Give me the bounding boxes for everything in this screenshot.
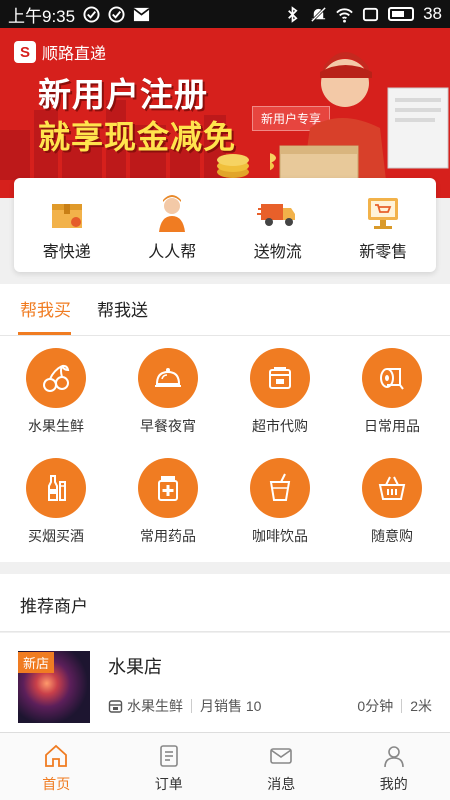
tab-buy-for-me[interactable]: 帮我买: [20, 296, 71, 321]
banner-slogan-line2: 就享现金减免: [38, 119, 237, 155]
merchant-delivery-info: 0分钟 2米: [357, 696, 432, 716]
order-list-icon: [159, 745, 178, 767]
bottle-icon: [48, 475, 66, 501]
promo-banner[interactable]: S 顺路直递 新用户注册 就享现金减免 新用户专享: [0, 28, 450, 198]
nav-messages[interactable]: 消息: [225, 733, 338, 800]
merchant-card[interactable]: 新店 水果店 水果生鲜 月销售 10 0分钟 2米: [0, 633, 450, 733]
service-label: 寄快递: [42, 244, 91, 261]
cherry-icon: [43, 364, 70, 392]
coins-decor: [217, 154, 249, 178]
merchant-name: 水果店: [108, 657, 162, 677]
category-label: 水果生鲜: [28, 418, 84, 434]
category-supermarket[interactable]: 超市代购: [224, 348, 336, 436]
nav-home[interactable]: 首页: [0, 733, 113, 800]
active-tab-indicator: [18, 332, 71, 335]
food-dome-icon: [155, 368, 181, 387]
square-icon: [363, 7, 379, 21]
divider: [401, 699, 403, 713]
home-icon: [45, 744, 68, 767]
logo-mark-icon: S: [14, 41, 36, 63]
category-breakfast[interactable]: 早餐夜宵: [112, 348, 224, 436]
category-tobacco-alcohol[interactable]: 买烟买酒: [0, 458, 112, 546]
check-circle-icon: [83, 5, 100, 23]
mail-icon: [133, 7, 150, 21]
store-icon: [269, 367, 291, 389]
merchant-monthly-sales: 月销售 10: [200, 698, 262, 714]
courier-illustration: [270, 52, 449, 198]
service-label: 人人帮: [148, 244, 197, 261]
brand-logo: S 顺路直递: [14, 40, 106, 64]
service-label: 送物流: [253, 244, 302, 261]
tissue-roll-icon: [380, 368, 404, 390]
courier-icon: [159, 195, 186, 232]
status-bar: 上午9:35 38: [0, 0, 450, 28]
category-label: 日常用品: [364, 418, 420, 434]
merchant-meta: 水果生鲜 月销售 10: [108, 696, 261, 716]
category-grid: 水果生鲜 早餐夜宵 超市代购 日常用品 买烟买酒 常用药品 咖啡饮品 随意购: [0, 336, 450, 562]
category-fruit[interactable]: 水果生鲜: [0, 348, 112, 436]
category-coffee-drinks[interactable]: 咖啡饮品: [224, 458, 336, 546]
service-logistics[interactable]: 送物流: [225, 178, 331, 272]
package-icon: [51, 204, 82, 228]
drink-cup-icon: [269, 473, 291, 501]
status-time: 上午9:35: [8, 6, 76, 26]
service-everyone-help[interactable]: 人人帮: [120, 178, 226, 272]
nav-orders[interactable]: 订单: [113, 733, 226, 800]
battery-level: 38: [423, 4, 442, 23]
category-label: 咖啡饮品: [252, 528, 308, 544]
nav-label: 消息: [267, 776, 296, 792]
nav-label: 首页: [42, 776, 71, 792]
shop-category-icon: [108, 699, 123, 713]
category-label: 超市代购: [252, 418, 308, 434]
service-label: 新零售: [359, 244, 408, 261]
service-send-express[interactable]: 寄快递: [14, 178, 120, 272]
truck-icon: [256, 204, 295, 226]
recommend-header: 推荐商户: [0, 574, 450, 632]
category-label: 早餐夜宵: [140, 418, 196, 434]
category-label: 随意购: [371, 528, 413, 544]
divider: [191, 699, 192, 713]
wifi-icon: [336, 7, 353, 23]
brand-name: 顺路直递: [42, 46, 107, 63]
service-new-retail[interactable]: 新零售: [331, 178, 437, 272]
tab-send-for-me[interactable]: 帮我送: [97, 296, 148, 321]
delivery-time: 0分钟: [357, 698, 394, 714]
message-icon: [270, 748, 293, 764]
category-medicine[interactable]: 常用药品: [112, 458, 224, 546]
user-icon: [383, 746, 404, 768]
nav-label: 我的: [379, 776, 408, 792]
order-type-tabs: 帮我买 帮我送: [0, 284, 450, 336]
section-title: 推荐商户: [20, 597, 88, 616]
battery-icon: [388, 7, 415, 21]
new-store-badge: 新店: [18, 652, 55, 673]
quick-services-card: 寄快递 人人帮 送物流 新零售: [14, 178, 436, 272]
merchant-category: 水果生鲜: [127, 698, 183, 714]
cart-screen-icon: [368, 198, 399, 229]
basket-icon: [378, 476, 406, 500]
medicine-icon: [158, 476, 178, 501]
bottom-navigation: 首页 订单 消息 我的: [0, 732, 450, 800]
mute-icon: [310, 6, 327, 22]
check-circle-icon: [108, 5, 125, 23]
nav-label: 订单: [154, 776, 183, 792]
nav-profile[interactable]: 我的: [338, 733, 450, 800]
category-label: 常用药品: [140, 528, 196, 544]
category-free-shopping[interactable]: 随意购: [336, 458, 448, 546]
bluetooth-icon: [288, 5, 298, 23]
delivery-distance: 2米: [410, 698, 432, 714]
category-label: 买烟买酒: [28, 528, 84, 544]
category-daily-goods[interactable]: 日常用品: [336, 348, 448, 436]
banner-slogan-line1: 新用户注册: [38, 76, 208, 113]
